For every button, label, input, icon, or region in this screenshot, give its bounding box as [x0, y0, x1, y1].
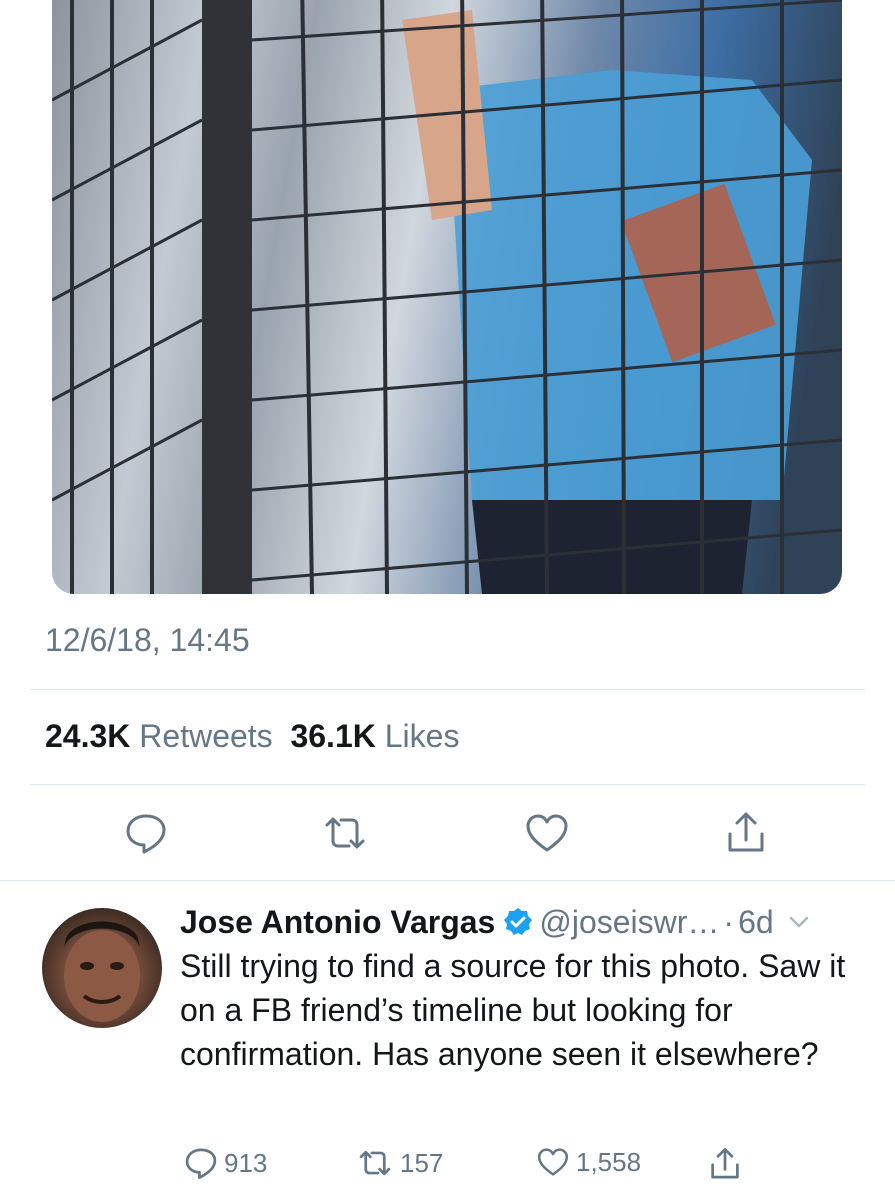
reply-action-bar: 913 157 1,558	[0, 1146, 895, 1186]
retweet-button[interactable]	[320, 808, 370, 858]
avatar[interactable]	[42, 908, 162, 1028]
tweet-stats: 24.3K Retweets 36.1K Likes	[45, 718, 459, 755]
reply-share-button[interactable]	[708, 1146, 742, 1182]
chevron-down-icon[interactable]	[788, 914, 810, 930]
reply-author-name[interactable]: Jose Antonio Vargas	[180, 900, 495, 944]
like-button[interactable]	[522, 808, 572, 858]
divider	[30, 689, 865, 690]
retweets-label: Retweets	[139, 718, 273, 754]
photo-illustration	[52, 0, 842, 594]
retweets-stat[interactable]: 24.3K Retweets	[45, 718, 273, 754]
divider	[0, 880, 895, 881]
speech-bubble-icon	[126, 814, 166, 854]
share-upload-icon	[711, 1147, 739, 1179]
reply-count: 913	[224, 1147, 268, 1178]
divider	[30, 784, 865, 785]
heart-icon	[526, 814, 568, 852]
verified-badge-icon	[503, 907, 533, 937]
tweet-timestamp: 12/6/18, 14:45	[45, 622, 250, 658]
reply-tweet[interactable]: Jose Antonio Vargas @joseiswr… · 6d Stil…	[180, 900, 870, 1076]
reply-reply-button[interactable]: 913	[184, 1146, 267, 1180]
tweet-action-bar	[0, 808, 895, 862]
tweet-photo[interactable]	[52, 0, 842, 594]
retweet-count: 157	[400, 1147, 444, 1178]
share-button[interactable]	[721, 808, 771, 858]
reply-author-handle[interactable]: @joseiswr…	[539, 900, 719, 944]
avatar-portrait	[64, 921, 140, 1022]
retweet-icon	[359, 1150, 391, 1176]
reply-like-button[interactable]: 1,558	[536, 1146, 641, 1178]
heart-icon	[537, 1148, 569, 1176]
likes-stat[interactable]: 36.1K Likes	[290, 718, 459, 754]
reply-retweet-button[interactable]: 157	[356, 1146, 443, 1180]
reply-text: Still trying to find a source for this p…	[180, 948, 846, 1072]
separator-dot: ·	[723, 904, 735, 940]
reply-button[interactable]	[121, 808, 171, 858]
reply-header: Jose Antonio Vargas @joseiswr… · 6d	[180, 900, 870, 944]
reply-timestamp: 6d	[738, 904, 774, 940]
share-upload-icon	[728, 812, 764, 852]
retweets-count: 24.3K	[45, 718, 131, 754]
retweet-icon	[325, 817, 365, 849]
likes-label: Likes	[384, 718, 460, 754]
likes-count: 36.1K	[290, 718, 376, 754]
like-count: 1,558	[576, 1146, 642, 1177]
speech-bubble-icon	[185, 1148, 217, 1180]
